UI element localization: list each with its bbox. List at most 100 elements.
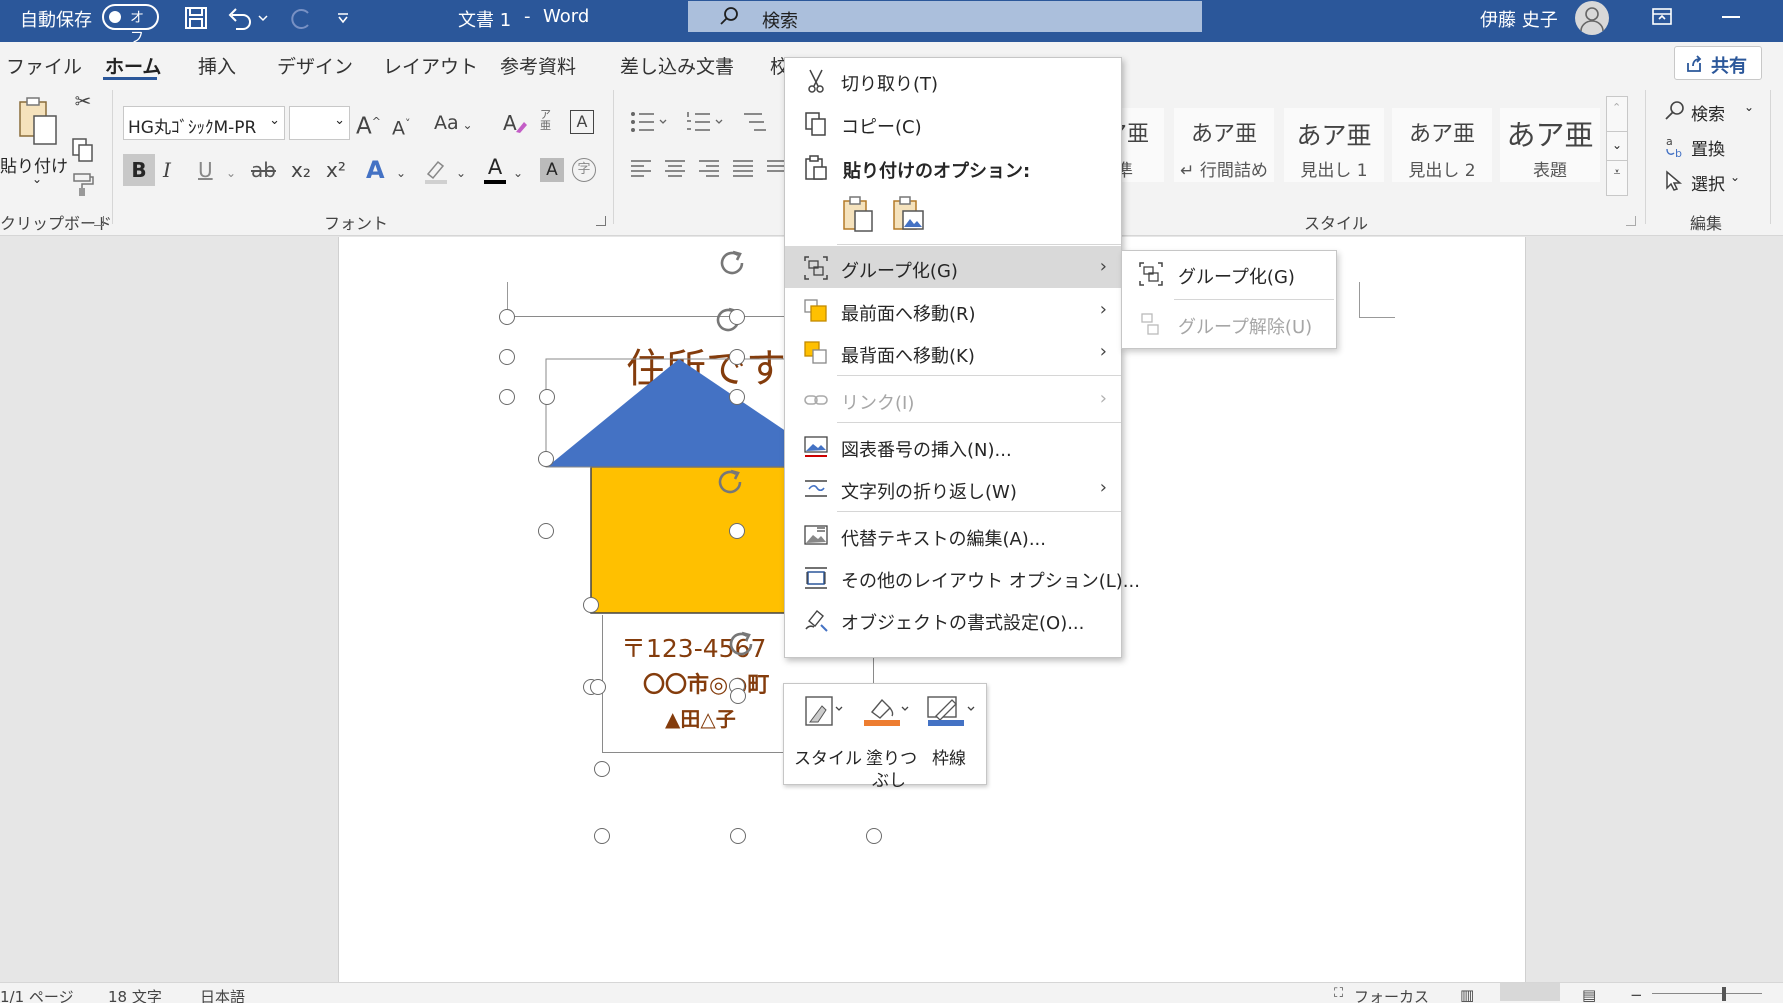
- focus-icon[interactable]: ⛶: [1334, 986, 1343, 1001]
- autosave-toggle[interactable]: オフ: [102, 4, 159, 46]
- resize-handle[interactable]: [594, 761, 610, 777]
- focus-mode[interactable]: フォーカス: [1354, 986, 1429, 1003]
- bullets-icon[interactable]: [630, 110, 670, 134]
- resize-handle[interactable]: [730, 828, 746, 844]
- tab-layout[interactable]: レイアウト: [383, 52, 478, 79]
- style-heading-1[interactable]: あア亜 見出し 1: [1284, 108, 1384, 182]
- submenu-item-group[interactable]: グループ化(G): [1122, 251, 1336, 296]
- ribbon-display-icon[interactable]: [1651, 7, 1673, 27]
- resize-handle[interactable]: [594, 828, 610, 844]
- customize-qat-icon[interactable]: [336, 12, 350, 24]
- enclose-characters-button[interactable]: 字: [572, 158, 596, 182]
- resize-handle[interactable]: [538, 451, 554, 467]
- menu-item-edit-alt-text[interactable]: 代替テキストの編集(A)...: [785, 514, 1121, 556]
- style-no-spacing[interactable]: あア亜 ↵ 行間詰め: [1174, 108, 1274, 182]
- styles-launcher-icon[interactable]: [1626, 216, 1636, 226]
- tab-insert[interactable]: 挿入: [198, 52, 236, 79]
- styles-more-icon[interactable]: ⩡: [1607, 165, 1627, 180]
- bold-button[interactable]: B: [123, 154, 155, 186]
- highlight-dropdown-icon[interactable]: ⌄: [456, 160, 466, 186]
- tab-mailings[interactable]: 差し込み文書: [620, 52, 734, 79]
- font-launcher-icon[interactable]: [596, 216, 606, 226]
- menu-item-insert-caption[interactable]: 図表番号の挿入(N)...: [785, 425, 1121, 467]
- superscript-button[interactable]: x²: [326, 157, 346, 183]
- tab-references[interactable]: 参考資料: [500, 52, 576, 79]
- shape-outline-button[interactable]: 枠線: [920, 694, 980, 774]
- resize-handle[interactable]: [499, 309, 515, 325]
- web-layout-icon[interactable]: ▤: [1582, 986, 1596, 1003]
- align-left-icon[interactable]: [630, 158, 652, 180]
- character-border-icon[interactable]: A: [570, 110, 594, 134]
- align-right-icon[interactable]: [698, 158, 720, 180]
- styles-scroll-down-icon[interactable]: ⌄: [1607, 131, 1627, 161]
- menu-item-more-layout-options[interactable]: その他のレイアウト オプション(L)...: [785, 556, 1140, 598]
- character-shading-button[interactable]: A: [540, 158, 564, 182]
- resize-handle[interactable]: [866, 828, 882, 844]
- resize-handle[interactable]: [590, 679, 606, 695]
- resize-handle[interactable]: [539, 389, 555, 405]
- font-color-dropdown-icon[interactable]: ⌄: [513, 160, 523, 186]
- resize-handle[interactable]: [729, 523, 745, 539]
- underline-button[interactable]: U: [198, 157, 213, 183]
- read-mode-icon[interactable]: ▥: [1460, 986, 1474, 1003]
- menu-item-wrap-text[interactable]: 文字列の折り返し(W) ›: [785, 467, 1121, 509]
- undo-icon[interactable]: [226, 5, 254, 31]
- font-name-combo[interactable]: HG丸ｺﾞｼｯｸM-PR ⌄: [123, 106, 285, 140]
- strikethrough-button[interactable]: ab: [251, 157, 276, 183]
- print-layout-icon[interactable]: [1500, 983, 1560, 1001]
- shrink-font-icon[interactable]: A˅: [392, 111, 411, 141]
- text-effects-button[interactable]: A: [366, 157, 385, 183]
- menu-item-format-object[interactable]: オブジェクトの書式設定(O)...: [785, 598, 1121, 640]
- page-count[interactable]: 1/1 ページ: [0, 986, 74, 1003]
- menu-item-cut[interactable]: 切り取り(T): [785, 59, 1121, 101]
- justify-icon[interactable]: [732, 158, 754, 180]
- paste-picture-icon[interactable]: [891, 196, 925, 232]
- style-title[interactable]: あア亜 表題: [1500, 108, 1600, 182]
- font-size-combo[interactable]: ⌄: [289, 106, 350, 140]
- tab-design[interactable]: デザイン: [277, 52, 353, 79]
- menu-item-bring-to-front[interactable]: 最前面へ移動(R) ›: [785, 289, 1121, 331]
- font-color-button[interactable]: A: [482, 155, 508, 184]
- word-count[interactable]: 18 文字: [108, 986, 162, 1003]
- resize-handle[interactable]: [729, 309, 745, 325]
- copy-icon[interactable]: [71, 137, 95, 163]
- search-box[interactable]: 検索: [688, 1, 1202, 32]
- rotate-handle-icon[interactable]: [724, 627, 758, 661]
- rotate-handle-icon[interactable]: [713, 465, 747, 499]
- subscript-button[interactable]: x₂: [291, 157, 311, 183]
- styles-scroll-up-icon[interactable]: ⌃: [1612, 101, 1621, 114]
- undo-dropdown-icon[interactable]: [258, 14, 268, 22]
- italic-button[interactable]: I: [163, 157, 171, 183]
- resize-handle[interactable]: [499, 349, 515, 365]
- text-effects-dropdown-icon[interactable]: ⌄: [396, 160, 406, 186]
- resize-handle[interactable]: [730, 688, 746, 704]
- clipboard-launcher-icon[interactable]: [94, 216, 104, 226]
- menu-item-copy[interactable]: コピー(C): [785, 102, 1121, 144]
- tab-file[interactable]: ファイル: [6, 52, 82, 79]
- highlight-color-icon[interactable]: [422, 156, 450, 186]
- zoom-slider[interactable]: [1652, 993, 1762, 994]
- menu-item-send-to-back[interactable]: 最背面へ移動(K) ›: [785, 331, 1121, 373]
- phonetic-guide-icon[interactable]: ア亜: [540, 109, 551, 131]
- shape-fill-button[interactable]: 塗りつ ぶし: [856, 694, 917, 791]
- resize-handle[interactable]: [538, 523, 554, 539]
- submenu-item-ungroup[interactable]: グループ解除(U): [1122, 301, 1336, 346]
- resize-handle[interactable]: [499, 389, 515, 405]
- rotate-handle-icon[interactable]: [715, 246, 749, 280]
- tab-home[interactable]: ホーム: [105, 52, 161, 79]
- redo-icon[interactable]: [286, 5, 314, 31]
- style-heading-2[interactable]: あア亜 見出し 2: [1392, 108, 1492, 182]
- format-painter-icon[interactable]: [70, 172, 96, 198]
- multilevel-list-icon[interactable]: [742, 110, 782, 134]
- save-icon[interactable]: [184, 6, 208, 30]
- underline-dropdown-icon[interactable]: ⌄: [226, 160, 236, 186]
- paste-button[interactable]: 貼り付け ⌄: [0, 96, 68, 186]
- resize-handle[interactable]: [729, 349, 745, 365]
- paste-keep-source-icon[interactable]: [841, 196, 875, 232]
- align-center-icon[interactable]: [664, 158, 686, 180]
- zoom-slider-thumb[interactable]: [1722, 987, 1726, 1001]
- change-case-icon[interactable]: Aa ⌄: [434, 110, 473, 138]
- avatar[interactable]: [1575, 1, 1609, 35]
- cut-icon[interactable]: ✂: [70, 88, 96, 114]
- share-button[interactable]: 共有: [1674, 46, 1762, 80]
